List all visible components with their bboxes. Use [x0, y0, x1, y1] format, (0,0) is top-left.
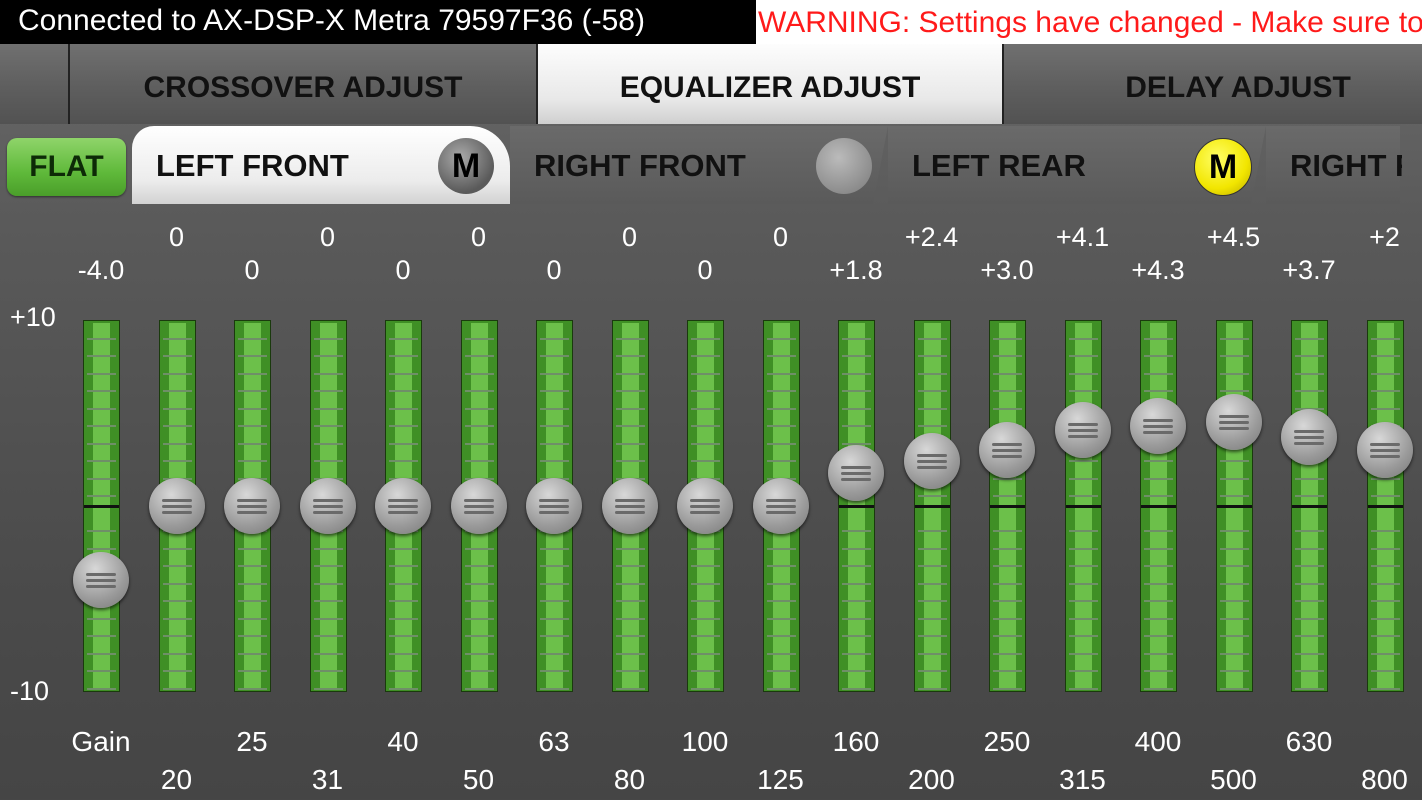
band-frequency-label: 250	[983, 726, 1031, 757]
mode-tab-bar: CROSSOVER ADJUST EQUALIZER ADJUST DELAY …	[0, 44, 1422, 124]
slider-knob[interactable]	[526, 478, 582, 534]
band-frequency-label: 40	[387, 726, 419, 757]
slider-track[interactable]	[989, 320, 1026, 692]
band-value-label: 0	[244, 255, 260, 285]
slider-track[interactable]	[1064, 320, 1102, 692]
channel-label: LEFT FRONT	[156, 148, 349, 183]
slider-track[interactable]	[913, 320, 951, 692]
slider-track[interactable]	[1366, 320, 1404, 692]
slider-knob[interactable]	[601, 478, 658, 534]
channel-label: RIGHT FRONT	[534, 148, 746, 183]
band-value-label: 0	[546, 255, 562, 285]
warning-text: WARNING: Settings have changed - Make su…	[758, 6, 1422, 39]
band-value-label: +1.8	[829, 255, 883, 285]
slider-knob[interactable]	[828, 444, 884, 501]
band-frequency-label: 315	[1059, 764, 1106, 795]
band-value-label: +4.3	[1131, 255, 1185, 285]
slider-knob[interactable]	[677, 478, 733, 534]
tab-equalizer-adjust[interactable]: EQUALIZER ADJUST	[536, 44, 1002, 124]
band-value-label: 0	[621, 222, 638, 252]
slider-track[interactable]	[838, 320, 875, 692]
axis-min-label: -10	[10, 676, 50, 706]
band-frequency-label: 400	[1134, 726, 1182, 757]
slider-knob[interactable]	[148, 478, 205, 534]
flat-button[interactable]: FLAT	[7, 138, 126, 196]
tab-delay-adjust[interactable]: DELAY ADJUST	[1002, 44, 1422, 124]
tab-left-front[interactable]: LEFT FRONT M	[132, 126, 510, 204]
band-frequency-label: 50	[462, 764, 495, 795]
band-frequency-label: 200	[908, 764, 955, 795]
slider-knob[interactable]	[375, 478, 431, 534]
slider-knob[interactable]	[752, 478, 809, 534]
tab-crossover-adjust[interactable]: CROSSOVER ADJUST	[68, 44, 536, 124]
slider-track[interactable]	[1291, 320, 1328, 692]
band-frequency-label: 25	[236, 726, 268, 757]
slider-knob[interactable]	[979, 422, 1035, 479]
mute-indicator-icon[interactable]: M	[438, 138, 494, 194]
band-frequency-label: 800	[1361, 764, 1408, 795]
tab-label: EQUALIZER ADJUST	[619, 71, 921, 104]
band-value-label: +3.7	[1282, 255, 1336, 285]
mute-indicator-icon[interactable]	[816, 138, 872, 194]
band-value-label: +2	[1369, 222, 1400, 252]
warning-banner: WARNING: Settings have changed - Make su…	[756, 0, 1422, 44]
band-value-label: 0	[168, 222, 185, 252]
slider-knob[interactable]	[1130, 398, 1186, 455]
band-frequency-label: 80	[613, 764, 646, 795]
band-frequency-label: 100	[681, 726, 729, 757]
mute-indicator-icon[interactable]: M	[1194, 138, 1252, 196]
channel-label: RIGHT R	[1290, 148, 1402, 183]
slider-track[interactable]	[1215, 320, 1253, 692]
band-value-label: -4.0	[77, 255, 125, 285]
channel-label: LEFT REAR	[912, 148, 1086, 183]
channel-tab-bar: FLAT LEFT FRONT M RIGHT FRONT LEFT REAR …	[0, 124, 1422, 206]
band-frequency-label: Gain	[71, 726, 131, 757]
band-frequency-label: 125	[757, 764, 804, 795]
band-frequency-label: 500	[1210, 764, 1257, 795]
tab-right-rear[interactable]: RIGHT R	[1266, 126, 1402, 204]
slider-knob[interactable]	[903, 433, 960, 490]
tab-label: DELAY ADJUST	[1125, 71, 1351, 104]
tab-right-front[interactable]: RIGHT FRONT	[510, 126, 888, 204]
band-frequency-label: 20	[160, 764, 193, 795]
slider-knob[interactable]	[224, 478, 280, 534]
band-value-label: +4.1	[1055, 222, 1110, 252]
band-value-label: 0	[772, 222, 789, 252]
slider-knob[interactable]	[1054, 401, 1111, 458]
band-frequency-label: 160	[832, 726, 880, 757]
band-value-label: 0	[395, 255, 411, 285]
band-value-label: +2.4	[904, 222, 959, 252]
tab-left-rear[interactable]: LEFT REAR M	[888, 126, 1266, 204]
slider-knob[interactable]	[299, 478, 356, 534]
band-value-label: 0	[697, 255, 713, 285]
tab-label: CROSSOVER ADJUST	[143, 71, 463, 104]
band-value-label: +4.5	[1206, 222, 1261, 252]
slider-knob[interactable]	[1356, 422, 1413, 479]
axis-max-label: +10	[10, 302, 56, 332]
slider-track[interactable]	[83, 320, 120, 692]
band-frequency-label: 630	[1285, 726, 1333, 757]
band-value-label: +3.0	[980, 255, 1034, 285]
slider-knob[interactable]	[450, 478, 507, 534]
slider-knob[interactable]	[1205, 394, 1262, 451]
slider-knob[interactable]	[73, 552, 129, 609]
slider-knob[interactable]	[1281, 409, 1337, 466]
slider-track[interactable]	[1140, 320, 1177, 692]
band-frequency-label: 31	[311, 764, 344, 795]
connection-status: Connected to AX-DSP-X Metra 79597F36 (-5…	[18, 4, 645, 37]
tab-menu[interactable]	[0, 44, 68, 124]
band-frequency-label: 63	[538, 726, 570, 757]
band-value-label: 0	[470, 222, 487, 252]
band-value-label: 0	[319, 222, 336, 252]
status-bar: Connected to AX-DSP-X Metra 79597F36 (-5…	[0, 0, 1422, 44]
